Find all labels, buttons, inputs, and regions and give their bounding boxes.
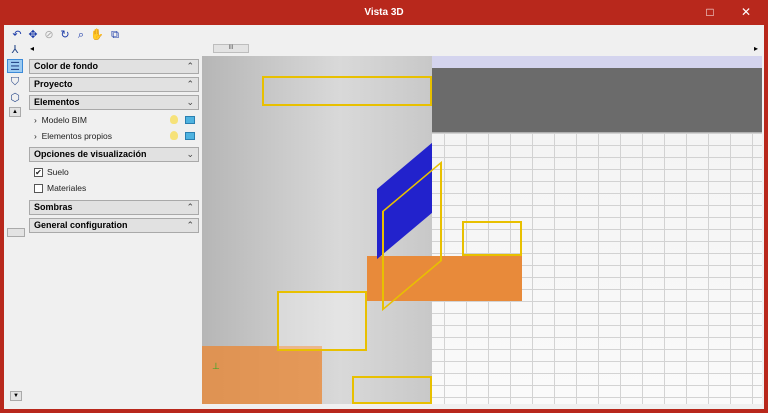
item-label: Modelo BIM [41,115,87,125]
zoom-disabled-icon: ⊘ [44,29,54,41]
chevron-down-icon: ⌄ [186,149,194,159]
3d-viewport[interactable]: ⊥ [202,56,762,404]
shield-icon[interactable]: ⛉ [7,75,23,89]
rotate-icon[interactable]: ↶ [10,28,24,42]
yellow-railing [277,291,367,351]
client-area: ↶ ✥ ⊘ ↻ ⌕ ✋ ⧉ ⅄ ☰ ⛉ ⬡ ▲ ▼ ◂ III ▸ Color … [4,25,764,409]
lightbulb-icon[interactable] [170,131,178,140]
yellow-railing [352,376,432,404]
cube-rotate-icon[interactable]: ⬡ [7,91,23,105]
cube-icon[interactable] [185,132,195,140]
close-button[interactable]: ✕ [734,4,758,21]
checkbox-unchecked[interactable] [34,184,43,194]
checkbox-checked[interactable]: ✔ [34,168,43,178]
section-sombras[interactable]: Sombras ⌃ [29,200,199,215]
yellow-railing [262,76,432,106]
tree-item-elementos-propios[interactable]: › Elementos propios [28,128,200,144]
chevron-up-icon: ⌃ [186,202,194,212]
cube-icon[interactable] [185,116,195,124]
refresh-icon[interactable]: ↻ [58,28,72,42]
section-label: Proyecto [34,79,73,89]
item-label: Elementos propios [41,131,112,141]
layers-icon[interactable]: ☰ [7,59,23,73]
horizontal-scrollbar[interactable]: ◂ III ▸ [28,44,760,54]
yellow-railing [462,221,522,256]
side-toolbar: ⅄ ☰ ⛉ ⬡ ▲ [7,43,25,117]
scroll-down-button[interactable]: ▼ [10,391,22,401]
checkbox-suelo[interactable]: ✔ Suelo [28,164,200,180]
section-label: Color de fondo [34,61,98,71]
title-bar: Vista 3D □ ✕ [0,0,768,25]
section-general-configuration[interactable]: General configuration ⌃ [29,218,199,233]
options-panel: Color de fondo ⌃ Proyecto ⌃ Elementos ⌄ › M… [28,56,200,406]
checkbox-label: Suelo [47,167,69,177]
section-opciones-visualizacion[interactable]: Opciones de visualización ⌄ [29,147,199,162]
pan-hand-icon[interactable]: ✋ [90,28,104,42]
scroll-left-arrow[interactable]: ◂ [30,44,34,53]
maximize-button[interactable]: □ [698,4,722,21]
chevron-up-icon: ⌃ [186,79,194,89]
tree-item-modelo-bim[interactable]: › Modelo BIM [28,112,200,128]
zoom-all-icon[interactable]: ✥ [26,28,40,42]
zoom-window-icon[interactable]: ⌕ [74,28,88,42]
scroll-right-arrow[interactable]: ▸ [754,44,758,53]
section-label: Sombras [34,202,73,212]
checkbox-materiales[interactable]: Materiales [28,180,200,196]
checkbox-label: Materiales [47,183,87,193]
axes-icon[interactable]: ⅄ [7,43,23,57]
orange-floor [202,346,322,404]
scroll-thumb[interactable]: III [213,44,249,53]
section-elementos[interactable]: Elementos ⌄ [29,95,199,110]
sky-strip [432,56,762,68]
chevron-up-icon: ⌃ [186,220,194,230]
vertical-scroll-thumb[interactable] [7,228,25,237]
scroll-up-button[interactable]: ▲ [9,107,21,117]
section-proyecto[interactable]: Proyecto ⌃ [29,77,199,92]
chevron-up-icon: ⌃ [186,61,194,71]
chevron-down-icon: ⌄ [186,97,194,107]
lightbulb-icon[interactable] [170,115,178,124]
fit-view-icon[interactable]: ⧉ [108,28,122,42]
window-title: Vista 3D [364,7,404,18]
section-label: Elementos [34,97,80,107]
section-label: General configuration [34,220,128,230]
section-label: Opciones de visualización [34,149,147,159]
axis-gizmo-icon: ⊥ [212,361,220,371]
section-color-de-fondo[interactable]: Color de fondo ⌃ [29,59,199,74]
